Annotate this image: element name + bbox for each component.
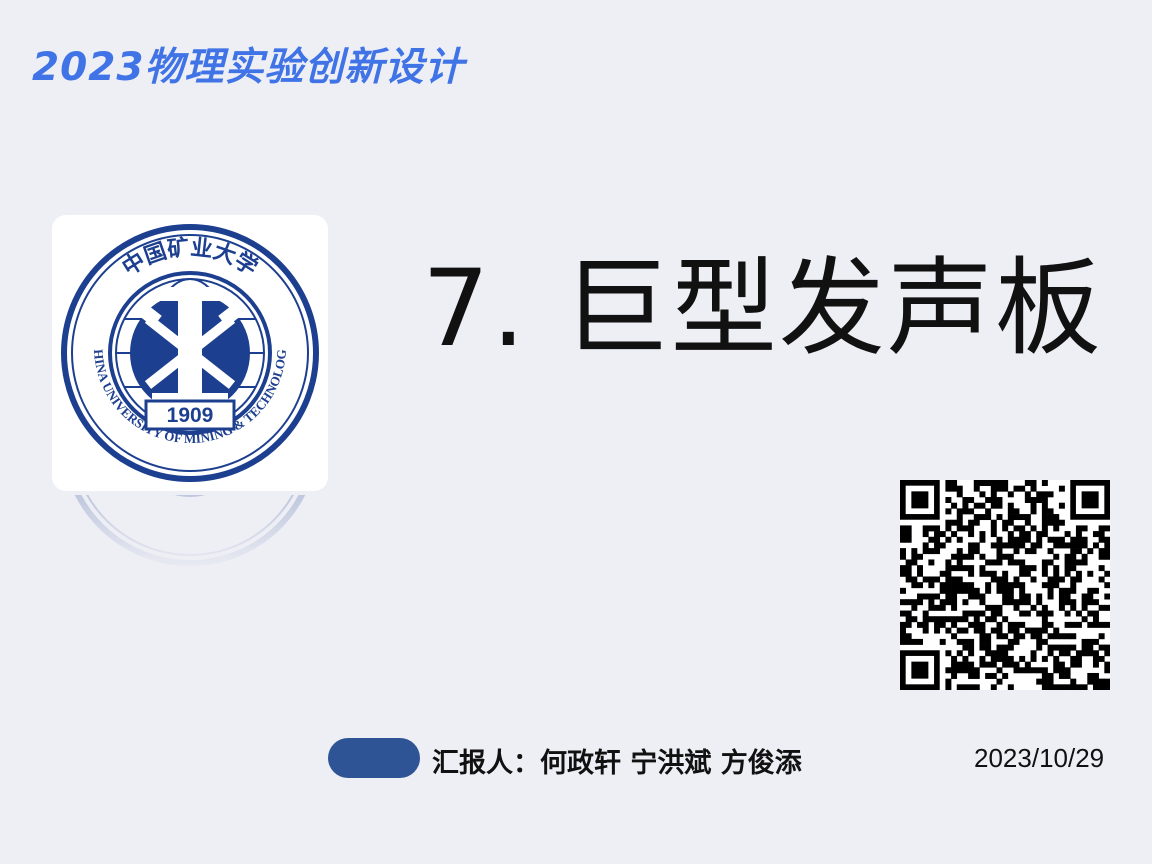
logo-reflection-icon bbox=[61, 495, 319, 566]
presenter-pill bbox=[328, 738, 420, 778]
main-title: 7. 巨型发声板 bbox=[422, 247, 1103, 370]
logo-year: 1909 bbox=[167, 404, 214, 427]
qr-code-icon[interactable] bbox=[900, 480, 1110, 690]
university-emblem-icon: 中国矿业大学 CHINA UNIVERSITY OF MINING & TECH… bbox=[52, 215, 319, 482]
presenter-row: 汇报人：何政轩 宁洪斌 方俊添 2023/10/29 bbox=[328, 738, 1128, 779]
university-logo: 中国矿业大学 CHINA UNIVERSITY OF MINING & TECH… bbox=[52, 215, 328, 491]
logo-card: 中国矿业大学 CHINA UNIVERSITY OF MINING & TECH… bbox=[52, 215, 328, 491]
logo-reflection bbox=[52, 495, 328, 575]
course-title: 2023物理实验创新设计 bbox=[32, 45, 465, 90]
slide: 2023物理实验创新设计 中国矿业大学 CHINA UNIVERSITY OF … bbox=[0, 0, 1152, 864]
presenter-names: 汇报人：何政轩 宁洪斌 方俊添 bbox=[432, 748, 802, 779]
presentation-date: 2023/10/29 bbox=[974, 743, 1105, 773]
